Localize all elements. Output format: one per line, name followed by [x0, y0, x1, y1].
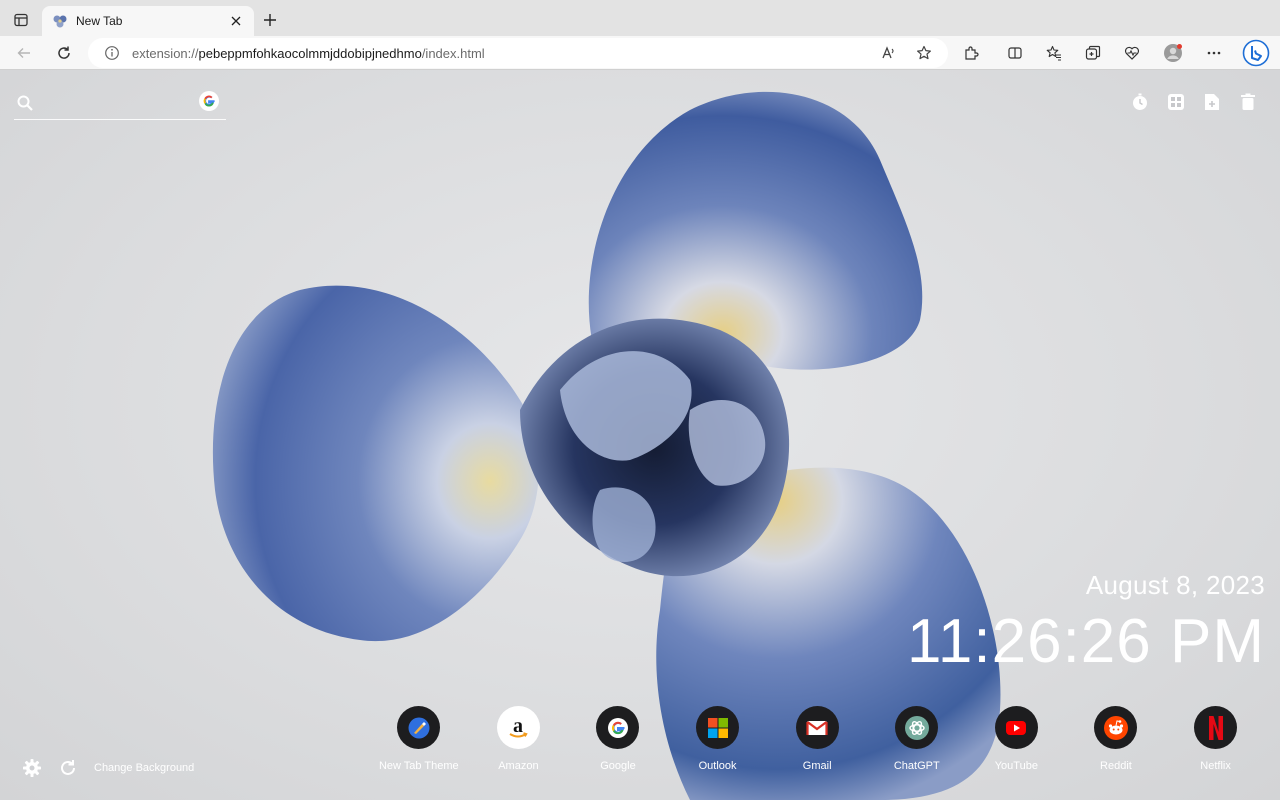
new-tab-page: August 8, 2023 11:26:26 PM New Tab Theme…: [0, 70, 1280, 800]
dock-label: New Tab Theme: [378, 760, 459, 772]
outlook-icon: [696, 706, 740, 749]
address-url[interactable]: extension://pebeppmfohkaocolmmjddobipjne…: [132, 46, 485, 61]
read-aloud-icon[interactable]: [878, 42, 900, 64]
chatgpt-icon: [895, 706, 939, 749]
search-box: [14, 88, 226, 120]
settings-gear-icon[interactable]: [22, 758, 42, 778]
google-icon: [596, 706, 640, 749]
iris-background-image: [212, 91, 1001, 800]
bing-chat-icon[interactable]: [1241, 38, 1271, 68]
refresh-icon[interactable]: [52, 41, 76, 65]
search-icon[interactable]: [16, 94, 34, 112]
shortcut-netflix[interactable]: Netflix: [1166, 706, 1266, 772]
shortcut-youtube[interactable]: YouTube: [967, 706, 1067, 772]
site-info-icon[interactable]: [104, 45, 120, 61]
svg-text:a: a: [513, 715, 523, 737]
trash-icon[interactable]: [1238, 92, 1258, 112]
youtube-icon: [994, 706, 1038, 749]
split-screen-icon[interactable]: [1003, 41, 1027, 65]
browser-essentials-icon[interactable]: [1120, 41, 1144, 65]
date-display: August 8, 2023: [1085, 570, 1265, 600]
dock-label: Amazon: [498, 760, 539, 772]
flower-favicon-icon: [52, 13, 68, 29]
extensions-icon[interactable]: [959, 41, 983, 65]
apps-grid-icon[interactable]: [1166, 92, 1186, 112]
url-host: pebeppmfohkaocolmmjddobipjnedhmo: [198, 45, 422, 61]
tab-actions-icon[interactable]: [10, 9, 32, 31]
shortcut-reddit[interactable]: Reddit: [1066, 706, 1166, 772]
bottom-left-controls: Change Background: [22, 758, 194, 778]
shortcut-outlook[interactable]: Outlook: [668, 706, 768, 772]
tab-title: New Tab: [76, 14, 123, 28]
new-tab-plus-icon[interactable]: [260, 10, 280, 30]
tab-strip: New Tab: [0, 0, 1280, 36]
time-display: 11:26:26 PM: [907, 607, 1265, 676]
dock-label: Outlook: [698, 760, 737, 772]
top-right-tools: [1130, 92, 1258, 112]
dock-label: Gmail: [802, 760, 832, 772]
add-note-icon[interactable]: [1202, 92, 1222, 112]
favorites-icon[interactable]: [1042, 41, 1066, 65]
back-arrow-icon[interactable]: [12, 41, 36, 65]
address-bar[interactable]: extension://pebeppmfohkaocolmmjddobipjne…: [88, 38, 948, 68]
amazon-icon: a: [496, 706, 540, 749]
netflix-icon: [1194, 706, 1238, 749]
shortcut-dock: New Tab Theme a Amazon Google Outlook Gm…: [369, 706, 1265, 772]
timer-icon[interactable]: [1130, 92, 1150, 112]
favorite-star-icon[interactable]: [913, 42, 935, 64]
more-options-icon[interactable]: [1202, 41, 1226, 65]
shortcut-gmail[interactable]: Gmail: [767, 706, 867, 772]
browser-toolbar: extension://pebeppmfohkaocolmmjddobipjne…: [0, 36, 1280, 70]
shortcut-chatgpt[interactable]: ChatGPT: [867, 706, 967, 772]
search-input[interactable]: [42, 92, 192, 114]
shortcut-new-tab-theme[interactable]: New Tab Theme: [369, 706, 469, 772]
url-scheme: extension://: [132, 45, 199, 61]
tab-new-tab[interactable]: New Tab: [42, 6, 254, 36]
collections-icon[interactable]: [1081, 41, 1105, 65]
shortcut-amazon[interactable]: a Amazon: [469, 706, 569, 772]
change-background-link[interactable]: Change Background: [94, 762, 194, 774]
dock-label: Netflix: [1200, 760, 1231, 772]
dock-label: Google: [600, 760, 636, 772]
dock-label: Reddit: [1100, 760, 1132, 772]
gmail-icon: [795, 706, 839, 749]
url-path: /index.html: [421, 45, 485, 61]
reddit-icon: [1094, 706, 1138, 749]
dock-label: YouTube: [994, 760, 1038, 772]
new-tab-theme-icon: [397, 706, 441, 749]
dock-label: ChatGPT: [893, 760, 940, 772]
google-search-engine-icon[interactable]: [199, 91, 219, 111]
refresh-background-icon[interactable]: [58, 758, 78, 778]
profile-avatar-icon[interactable]: [1161, 41, 1185, 65]
shortcut-google[interactable]: Google: [568, 706, 668, 772]
close-icon[interactable]: [228, 13, 244, 29]
